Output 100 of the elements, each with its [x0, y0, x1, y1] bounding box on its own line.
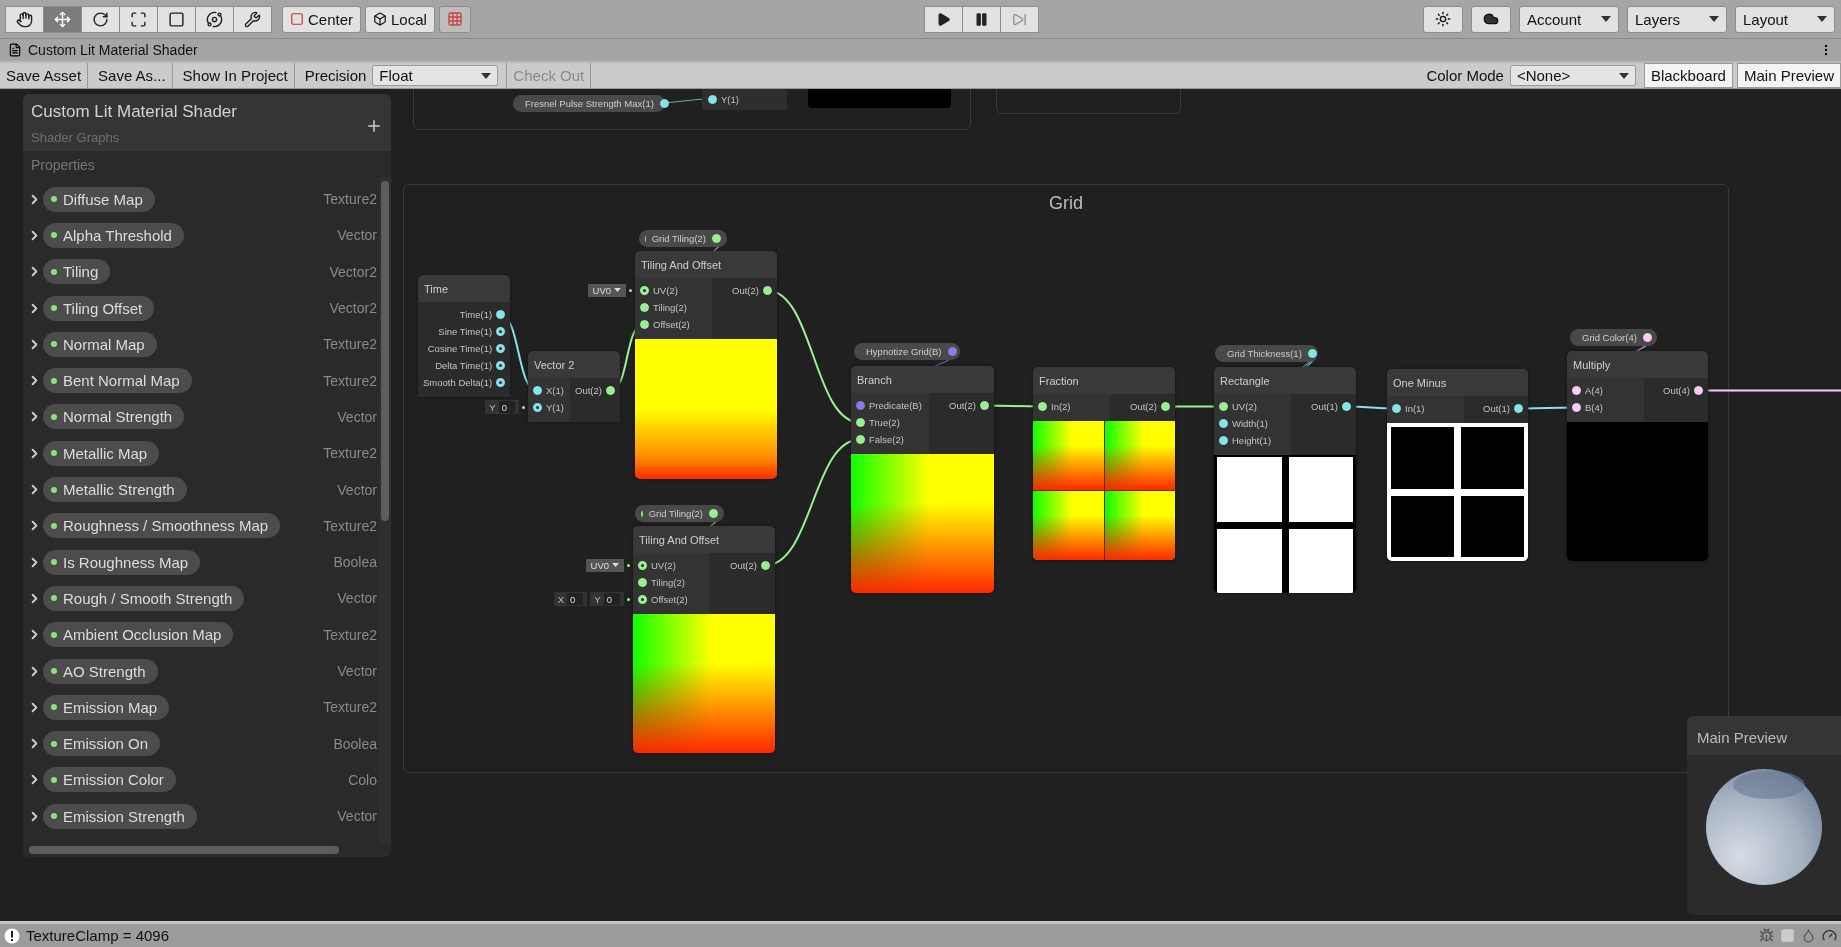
menu-dropdown[interactable]: Account	[1519, 5, 1619, 33]
property-pill[interactable]: Normal Map	[43, 331, 157, 357]
node-title: Rectangle	[1214, 367, 1356, 394]
property-pill[interactable]: Tiling Offset	[43, 295, 155, 321]
grid-icon	[446, 11, 463, 27]
toggle-button[interactable]: Blackboard	[1643, 63, 1733, 88]
port-label: Offset(2)	[653, 319, 690, 330]
property-type: Texture2	[323, 699, 378, 716]
pivot-icon	[290, 12, 304, 26]
caret-icon	[1709, 16, 1719, 22]
node-title: Branch	[851, 366, 994, 393]
property-pill[interactable]: Grid Color(4)	[1570, 329, 1657, 346]
port-label: Tiling(2)	[653, 302, 687, 313]
caret-icon	[612, 563, 619, 567]
property-pill[interactable]: Bent Normal Map	[43, 368, 192, 394]
tool-icon	[244, 10, 261, 28]
property-type: Vector	[337, 408, 378, 425]
property-pill[interactable]: Roughness / Smoothness Map	[43, 513, 281, 539]
color-mode-dropdown[interactable]: <None>	[1509, 65, 1636, 86]
tool-icon	[206, 10, 223, 28]
value-field[interactable]: 0	[567, 593, 584, 605]
property-pill[interactable]: Emission On	[43, 731, 161, 757]
port-dot[interactable]	[856, 401, 865, 410]
precision-dropdown[interactable]: Float	[372, 65, 499, 86]
pause-button[interactable]	[961, 5, 1001, 33]
pause-icon	[973, 11, 989, 27]
cube-icon	[373, 12, 388, 26]
menu-dropdown[interactable]: Layers	[1627, 5, 1727, 33]
bug-icon[interactable]	[1759, 928, 1774, 943]
port-label: Time(1)	[459, 309, 493, 320]
shader-file-icon	[8, 43, 22, 57]
port-label: UV(2)	[1232, 401, 1257, 412]
property-pill[interactable]: Emission Map	[43, 694, 170, 720]
port-label: Smooth Delta(1)	[423, 377, 493, 388]
property-pill[interactable]: Rough / Smooth Strength	[43, 585, 245, 611]
property-type: Texture2	[323, 626, 378, 643]
property-pill[interactable]: Normal Strength	[43, 404, 185, 430]
property-pill[interactable]: Grid Thickness(1)	[1215, 345, 1318, 362]
uv-dropdown[interactable]: UV0	[587, 283, 626, 297]
port-label: Out(1)	[1311, 401, 1338, 412]
property-pill[interactable]: Metallic Map	[43, 440, 160, 466]
property-pill[interactable]: Ambient Occlusion Map	[43, 622, 234, 648]
port-dot[interactable]	[947, 347, 957, 356]
value-field[interactable]: 0	[498, 401, 515, 413]
property-pill[interactable]: Tiling	[43, 259, 111, 285]
property-pill[interactable]: Is Roughness Map	[43, 549, 201, 575]
axis-label: Y	[594, 593, 601, 605]
property-pill[interactable]: Grid Tiling(2)	[635, 505, 724, 522]
property-pill[interactable]: Hypnotize Grid(B)	[854, 343, 960, 360]
blackboard-title: Custom Lit Material Shader	[31, 102, 237, 122]
port-label: UV(2)	[651, 560, 676, 571]
axis-label: Y	[489, 401, 496, 413]
property-pill[interactable]: Diffuse Map	[43, 186, 155, 212]
port-label: Y(1)	[721, 94, 739, 105]
panel-title: Main Preview	[1687, 716, 1841, 755]
property-pill[interactable]: Metallic Strength	[43, 477, 187, 502]
node-title: Vector 2	[528, 351, 620, 378]
property-pill[interactable]: Emission Strength	[43, 803, 197, 829]
cloud-button[interactable]	[1471, 5, 1511, 33]
value-field[interactable]: 0	[603, 593, 620, 605]
port-label: Tiling(2)	[651, 577, 685, 588]
tool-icon	[54, 10, 71, 28]
property-type: Vector	[337, 481, 378, 498]
property-type: Texture2	[323, 517, 378, 534]
cloud-icon	[1483, 11, 1499, 27]
menu-dropdown[interactable]: Layout	[1735, 5, 1835, 33]
scrollbar[interactable]	[379, 177, 391, 843]
tool-button[interactable]	[119, 5, 158, 33]
property-pill[interactable]: Alpha Threshold	[43, 222, 184, 248]
uv-dropdown[interactable]: UV0	[585, 558, 624, 572]
port-label: Out(2)	[575, 385, 602, 396]
pivot-button[interactable]: Local	[365, 5, 435, 33]
tool-icon	[168, 10, 185, 28]
shader-node[interactable]: Branch Predicate(B) True(2) False(2) Out(2)	[851, 366, 994, 593]
play-button[interactable]	[923, 5, 963, 33]
property-pill[interactable]: AO Strength	[43, 658, 158, 684]
port-label: Out(4)	[1663, 385, 1690, 396]
property-pill[interactable]: Emission Color	[43, 767, 176, 793]
port-label: Predicate(B)	[869, 400, 922, 411]
pivot-button[interactable]: Center	[282, 5, 362, 33]
toggle-button[interactable]: Main Preview	[1736, 63, 1841, 88]
node-title: One Minus	[1387, 369, 1528, 396]
tool-button[interactable]	[157, 5, 196, 33]
blackboard-subtitle: Shader Graphs	[31, 130, 121, 145]
port-label: Out(2)	[732, 285, 759, 296]
property-type: Vector	[337, 808, 378, 825]
tool-button[interactable]	[81, 5, 120, 33]
tool-button[interactable]	[233, 5, 272, 33]
tool-button[interactable]	[195, 5, 234, 33]
services-button[interactable]	[1423, 5, 1463, 33]
droplet-icon[interactable]	[1801, 928, 1816, 943]
property-type: Texture2	[323, 191, 378, 208]
step-icon	[1011, 11, 1027, 27]
port-label: Width(1)	[1232, 418, 1268, 429]
property-type: Vector	[337, 663, 378, 679]
tool-button[interactable]	[5, 5, 44, 33]
port-label: In(2)	[1051, 401, 1071, 412]
gauge-icon[interactable]	[1822, 928, 1837, 943]
port-label: UV(2)	[653, 285, 678, 296]
property-pill[interactable]: Grid Tiling(2)	[639, 230, 727, 247]
